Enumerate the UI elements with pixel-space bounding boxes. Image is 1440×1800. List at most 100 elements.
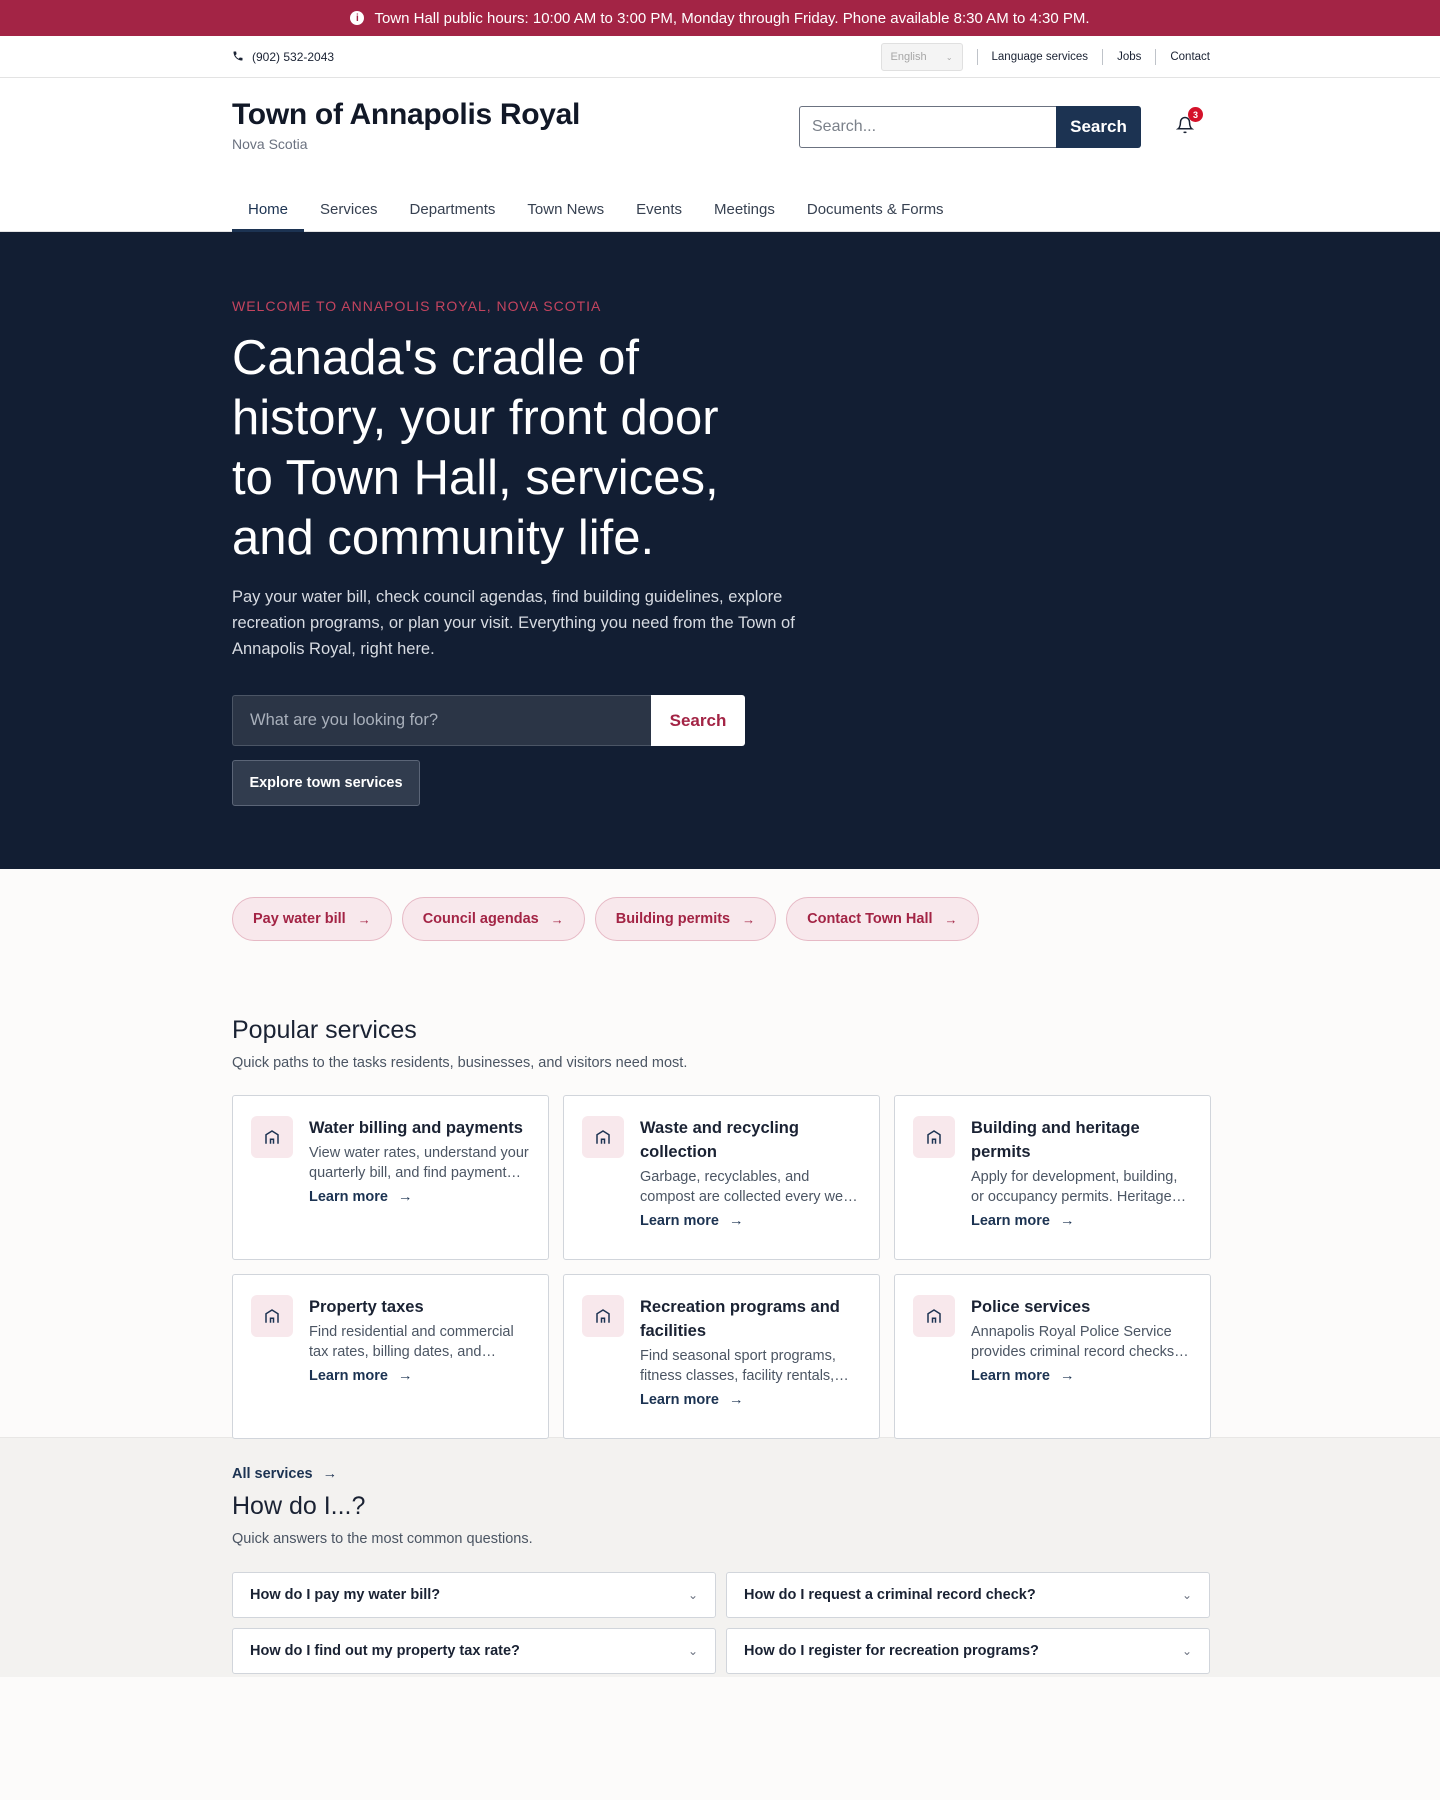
chevron-down-icon: ⌄ <box>687 1644 698 1658</box>
hero: WELCOME TO ANNAPOLIS ROYAL, NOVA SCOTIA … <box>0 232 1440 869</box>
quick-link-building-permits[interactable]: Building permits → <box>594 897 777 941</box>
arrow-right-icon: → <box>728 1392 744 1408</box>
faq-item[interactable]: How do I request a criminal record check… <box>726 1572 1210 1618</box>
service-card-title: Water billing and payments <box>309 1119 523 1137</box>
phone-link[interactable]: (902) 532-2043 <box>232 50 334 65</box>
faq-question: How do I request a criminal record check… <box>744 1587 1036 1603</box>
service-card-description: Find residential and commercial tax rate… <box>309 1324 514 1360</box>
jobs-link[interactable]: Jobs <box>1103 51 1155 63</box>
header-search: Search <box>799 106 1141 148</box>
learn-more-link[interactable]: Learn more → <box>640 1213 743 1229</box>
nav-item-documents-forms[interactable]: Documents & Forms <box>791 186 960 232</box>
service-card-description: View water rates, understand your quarte… <box>309 1145 529 1181</box>
faq-section: How do I...? Quick answers to the most c… <box>0 1437 1440 1677</box>
chevron-down-icon: ⌄ <box>1181 1644 1192 1658</box>
quick-link-label: Contact Town Hall <box>807 911 933 927</box>
service-card[interactable]: Waste and recycling collection Garbage, … <box>563 1095 880 1260</box>
service-card-title: Police services <box>971 1298 1091 1316</box>
learn-more-label: Learn more <box>640 1213 719 1229</box>
quick-link-label: Building permits <box>615 911 731 927</box>
service-card-title: Waste and recycling collection <box>640 1119 799 1161</box>
arrow-right-icon: → <box>728 1213 744 1229</box>
popular-services: Popular services Quick paths to the task… <box>0 992 1440 1482</box>
hero-title: Canada's cradle of history, your front d… <box>232 331 719 565</box>
learn-more-link[interactable]: Learn more → <box>971 1213 1074 1229</box>
arrow-right-icon: → <box>944 911 958 927</box>
learn-more-link[interactable]: Learn more → <box>309 1189 412 1205</box>
service-card[interactable]: Water billing and payments View water ra… <box>232 1095 549 1260</box>
building-icon <box>913 1295 955 1337</box>
learn-more-label: Learn more <box>640 1392 719 1408</box>
faq-item[interactable]: How do I find out my property tax rate? ⌄ <box>232 1628 716 1674</box>
building-icon <box>582 1295 624 1337</box>
chevron-down-icon: ⌄ <box>1181 1588 1192 1602</box>
faq-list: How do I pay my water bill? ⌄ How do I re… <box>232 1572 1210 1674</box>
learn-more-label: Learn more <box>309 1189 388 1205</box>
arrow-right-icon: → <box>397 1368 413 1384</box>
header-search-button[interactable]: Search <box>1056 106 1141 148</box>
service-card-description: Annapolis Royal Police Service provides … <box>971 1324 1175 1360</box>
notification-badge: 3 <box>1188 107 1203 122</box>
info-icon: i <box>350 11 365 25</box>
learn-more-label: Learn more <box>971 1368 1050 1384</box>
building-icon <box>582 1116 624 1158</box>
learn-more-link[interactable]: Learn more → <box>640 1392 743 1408</box>
quick-link-label: Pay water bill <box>253 911 346 927</box>
language-value: English <box>890 51 927 63</box>
quick-link-pay-water-bill[interactable]: Pay water bill → <box>232 897 392 941</box>
language-select[interactable]: English ⌄ <box>880 43 963 71</box>
faq-question: How do I find out my property tax rate? <box>250 1643 520 1659</box>
hero-search: Search <box>232 695 745 746</box>
arrow-right-icon: → <box>550 911 564 927</box>
service-cards: Water billing and payments View water ra… <box>232 1095 1211 1439</box>
main-nav: Home Services Departments Town News Even… <box>232 186 960 232</box>
services-title: Popular services <box>232 1016 417 1044</box>
faq-item[interactable]: How do I pay my water bill? ⌄ <box>232 1572 716 1618</box>
arrow-right-icon: → <box>1059 1213 1075 1229</box>
service-card-title: Property taxes <box>309 1298 424 1316</box>
service-card[interactable]: Property taxes Find residential and comm… <box>232 1274 549 1439</box>
hero-search-button[interactable]: Search <box>651 695 745 746</box>
learn-more-link[interactable]: Learn more → <box>309 1368 412 1384</box>
arrow-right-icon: → <box>397 1189 413 1205</box>
service-card-description: Find seasonal sport programs, fitness cl… <box>640 1348 836 1384</box>
services-subtitle: Quick paths to the tasks residents, busi… <box>232 1055 688 1071</box>
header-search-input[interactable] <box>799 106 1056 148</box>
utility-bar: (902) 532-2043 English ⌄ Language servic… <box>0 36 1440 78</box>
quick-link-council-agendas[interactable]: Council agendas → <box>401 897 585 941</box>
faq-question: How do I register for recreation program… <box>744 1643 1039 1659</box>
hero-eyebrow: WELCOME TO ANNAPOLIS ROYAL, NOVA SCOTIA <box>232 298 602 314</box>
nav-item-home[interactable]: Home <box>232 186 305 232</box>
arrow-right-icon: → <box>742 911 756 927</box>
site-subtitle: Nova Scotia <box>232 136 308 152</box>
nav-item-meetings[interactable]: Meetings <box>698 186 791 232</box>
building-icon <box>251 1116 293 1158</box>
hero-description: Pay your water bill, check council agend… <box>232 588 795 658</box>
learn-more-link[interactable]: Learn more → <box>971 1368 1074 1384</box>
site-title[interactable]: Town of Annapolis Royal <box>232 98 580 132</box>
building-icon <box>251 1295 293 1337</box>
quick-link-contact-town-hall[interactable]: Contact Town Hall → <box>786 897 979 941</box>
nav-item-events[interactable]: Events <box>620 186 698 232</box>
nav-item-town-news[interactable]: Town News <box>511 186 620 232</box>
site-header: Town of Annapolis Royal Nova Scotia Sear… <box>0 78 1440 232</box>
learn-more-label: Learn more <box>309 1368 388 1384</box>
language-services-link[interactable]: Language services <box>978 51 1103 63</box>
notifications-button[interactable]: 3 <box>1175 107 1203 138</box>
faq-question: How do I pay my water bill? <box>250 1587 441 1603</box>
nav-item-departments[interactable]: Departments <box>394 186 512 232</box>
chevron-down-icon: ⌄ <box>945 52 953 62</box>
service-card[interactable]: Police services Annapolis Royal Police S… <box>894 1274 1211 1439</box>
alert-text: Town Hall public hours: 10:00 AM to 3:00… <box>374 9 1090 27</box>
explore-services-button[interactable]: Explore town services <box>232 760 420 806</box>
learn-more-label: Learn more <box>971 1213 1050 1229</box>
faq-item[interactable]: How do I register for recreation program… <box>726 1628 1210 1674</box>
service-card[interactable]: Recreation programs and facilities Find … <box>563 1274 880 1439</box>
nav-item-services[interactable]: Services <box>304 186 394 232</box>
contact-link[interactable]: Contact <box>1156 51 1210 63</box>
service-card[interactable]: Building and heritage permits Apply for … <box>894 1095 1211 1260</box>
chevron-down-icon: ⌄ <box>687 1588 698 1602</box>
faq-title: How do I...? <box>232 1492 366 1520</box>
alert-bar: i Town Hall public hours: 10:00 AM to 3:… <box>0 0 1440 36</box>
hero-search-input[interactable] <box>232 695 651 746</box>
